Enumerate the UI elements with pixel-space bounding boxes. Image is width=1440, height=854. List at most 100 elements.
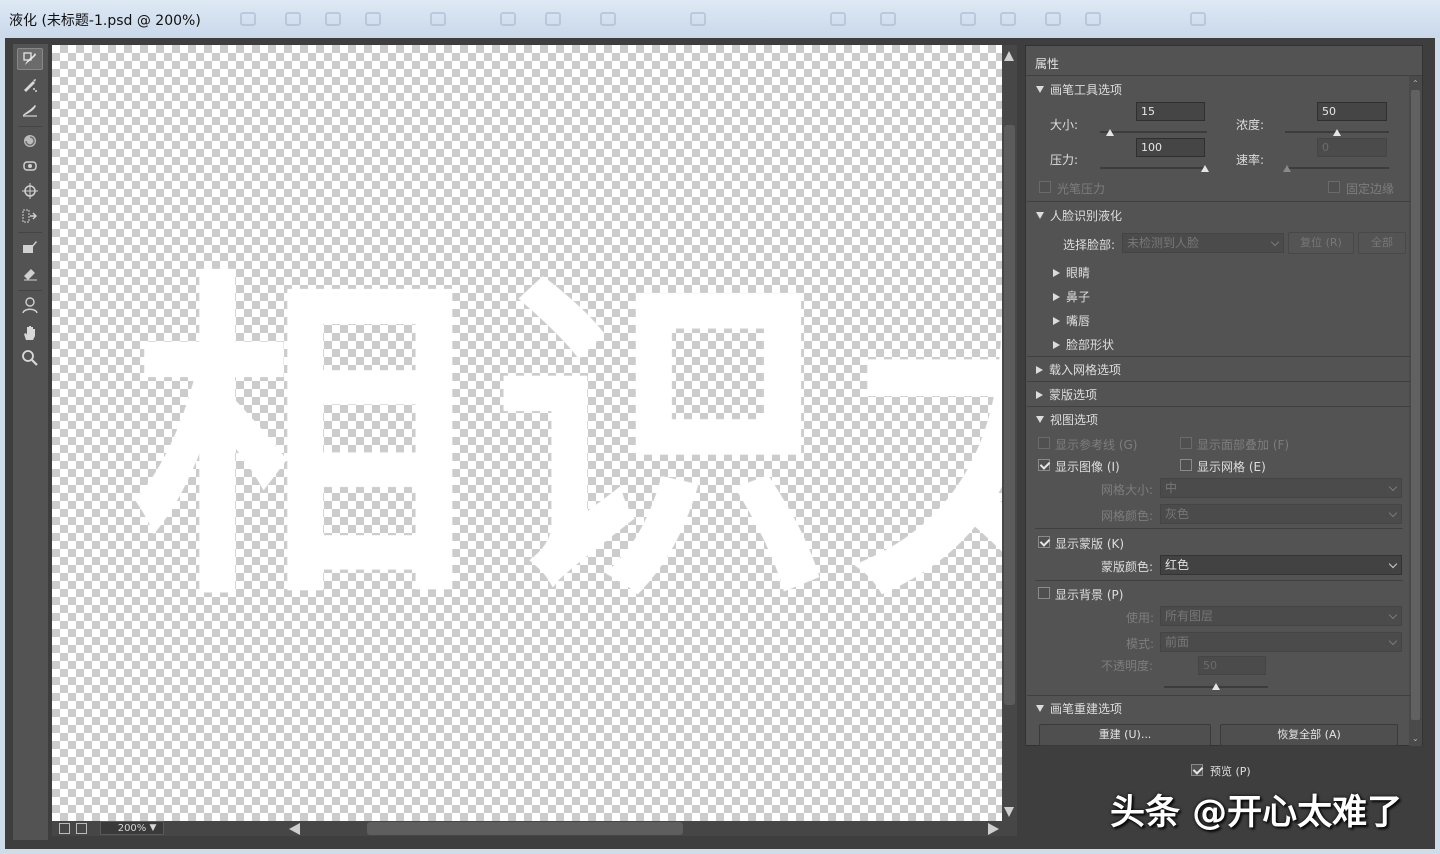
show-image-label: 显示图像 (I): [1055, 460, 1120, 474]
show-mesh-checkbox[interactable]: [1180, 459, 1192, 471]
collapse-arrow-icon: [1036, 212, 1044, 219]
fit-screen-icon[interactable]: [59, 823, 70, 834]
rate-label: 速率:: [1236, 153, 1265, 167]
reconstruct-tool-icon[interactable]: [17, 74, 43, 96]
chevron-down-icon[interactable]: ⌄: [1412, 734, 1419, 743]
mode-dropdown[interactable]: 前面: [1160, 632, 1402, 652]
rate-input[interactable]: 0: [1317, 138, 1387, 157]
size-label: 大小:: [1050, 118, 1079, 132]
bg-tool-icon: [1190, 12, 1206, 26]
rate-slider-thumb[interactable]: [1283, 165, 1291, 172]
image-canvas[interactable]: 相识太: [52, 45, 1002, 821]
show-image-checkbox[interactable]: [1038, 459, 1050, 471]
bg-tool-icon: [880, 12, 896, 26]
section-load-mesh-options[interactable]: 载入网格选项: [1036, 361, 1121, 378]
face-reset-button[interactable]: 复位 (R): [1288, 232, 1354, 254]
mesh-color-dropdown[interactable]: 灰色: [1160, 504, 1402, 524]
density-slider-thumb[interactable]: [1333, 129, 1341, 136]
canvas-text: 相识太: [132, 245, 1002, 641]
opacity-slider-thumb[interactable]: [1212, 683, 1220, 690]
size-slider-track[interactable]: [1100, 131, 1207, 133]
face-item-face-shape[interactable]: 脸部形状: [1053, 336, 1114, 353]
show-mesh-label: 显示网格 (E): [1197, 460, 1266, 474]
bloat-tool-icon[interactable]: [17, 180, 43, 202]
face-item-nose[interactable]: 鼻子: [1053, 288, 1090, 305]
chevron-down-icon: [1388, 559, 1398, 569]
stylus-pressure-label: 光笔压力: [1057, 182, 1106, 196]
section-view-options[interactable]: 视图选项: [1036, 411, 1098, 428]
thaw-mask-tool-icon[interactable]: [17, 262, 43, 284]
section-face-aware-liquify[interactable]: 人脸识别液化: [1036, 207, 1122, 224]
expand-arrow-icon: [1036, 391, 1043, 399]
show-face-overlay-label: 显示面部叠加 (F): [1197, 438, 1290, 452]
bg-redo-icon: [285, 12, 301, 26]
face-tool-icon[interactable]: [17, 294, 43, 316]
density-input[interactable]: 50: [1317, 102, 1387, 121]
horizontal-scroll-thumb[interactable]: [367, 822, 683, 835]
section-divider: [1027, 381, 1411, 382]
mask-color-dropdown[interactable]: 红色: [1160, 555, 1402, 575]
expand-arrow-icon: [1053, 269, 1060, 277]
use-dropdown[interactable]: 所有图层: [1160, 606, 1402, 626]
size-input[interactable]: 15: [1136, 102, 1205, 121]
preview-checkbox[interactable]: [1191, 764, 1203, 776]
show-backdrop-checkbox[interactable]: [1038, 587, 1050, 599]
mesh-size-dropdown[interactable]: 中: [1160, 478, 1402, 498]
restore-all-button[interactable]: 恢复全部 (A): [1220, 724, 1398, 746]
twirl-tool-icon[interactable]: [17, 130, 43, 152]
bg-tool-icon: [325, 12, 341, 26]
panel-scroll-thumb[interactable]: [1411, 90, 1420, 720]
pin-edges-label: 固定边缘: [1346, 182, 1395, 196]
scroll-up-icon[interactable]: [1004, 51, 1014, 61]
scroll-left-icon[interactable]: [289, 823, 300, 835]
rate-slider-track[interactable]: [1285, 167, 1389, 169]
scroll-thumb[interactable]: [1004, 125, 1015, 705]
pucker-tool-icon[interactable]: [17, 155, 43, 177]
show-mask-label: 显示蒙版 (K): [1055, 537, 1125, 551]
stylus-pressure-checkbox[interactable]: [1039, 181, 1051, 193]
pressure-label: 压力:: [1050, 153, 1079, 167]
pressure-slider-track[interactable]: [1100, 167, 1207, 169]
size-slider-thumb[interactable]: [1106, 129, 1114, 136]
expand-arrow-icon: [1036, 366, 1043, 374]
bg-undo-icon: [240, 12, 256, 26]
show-backdrop-label: 显示背景 (P): [1055, 588, 1124, 602]
chevron-down-icon: [1388, 610, 1398, 620]
section-brush-reconstruct-options[interactable]: 画笔重建选项: [1036, 700, 1122, 717]
collapse-arrow-icon: [1036, 86, 1044, 93]
scroll-right-icon[interactable]: [988, 823, 999, 835]
expand-arrow-icon: [1053, 293, 1060, 301]
show-guides-checkbox[interactable]: [1038, 437, 1050, 449]
show-face-overlay-checkbox[interactable]: [1180, 437, 1192, 449]
hand-tool-icon[interactable]: [17, 322, 43, 344]
mesh-color-label: 网格颜色:: [1101, 509, 1154, 523]
section-mask-options[interactable]: 蒙版选项: [1036, 386, 1097, 403]
forward-warp-tool-icon[interactable]: [17, 48, 43, 70]
smooth-tool-icon[interactable]: [17, 98, 43, 120]
chevron-up-icon[interactable]: ⌃: [1412, 79, 1419, 88]
face-item-mouth[interactable]: 嘴唇: [1053, 312, 1090, 329]
zoom-tool-icon[interactable]: [17, 347, 43, 369]
pin-edges-checkbox[interactable]: [1328, 181, 1340, 193]
freeze-mask-tool-icon[interactable]: [17, 236, 43, 258]
face-item-eyes[interactable]: 眼睛: [1053, 264, 1090, 281]
chevron-down-icon[interactable]: ▼: [146, 822, 160, 834]
tool-divider: [18, 126, 42, 127]
canvas-vertical-scrollbar[interactable]: [1002, 45, 1017, 821]
pressure-input[interactable]: 100: [1136, 138, 1205, 157]
face-all-button[interactable]: 全部: [1358, 232, 1406, 254]
show-mask-checkbox[interactable]: [1038, 536, 1050, 548]
chevron-down-icon: [1270, 237, 1280, 247]
actual-pixels-icon[interactable]: [76, 823, 87, 834]
panel-header: 属性: [1026, 46, 1422, 76]
panel-scrollbar[interactable]: ⌃ ⌄: [1409, 76, 1422, 746]
window-title: 液化 (未标题-1.psd @ 200%): [9, 13, 201, 29]
scroll-down-icon[interactable]: [1004, 807, 1014, 817]
reconstruct-button[interactable]: 重建 (U)...: [1039, 724, 1211, 746]
select-face-dropdown[interactable]: 未检测到人脸: [1122, 233, 1284, 253]
pressure-slider-thumb[interactable]: [1201, 165, 1209, 172]
push-left-tool-icon[interactable]: [17, 205, 43, 227]
opacity-input[interactable]: 50: [1198, 656, 1266, 675]
bg-tool-icon: [365, 12, 381, 26]
section-brush-tool-options[interactable]: 画笔工具选项: [1036, 81, 1122, 98]
